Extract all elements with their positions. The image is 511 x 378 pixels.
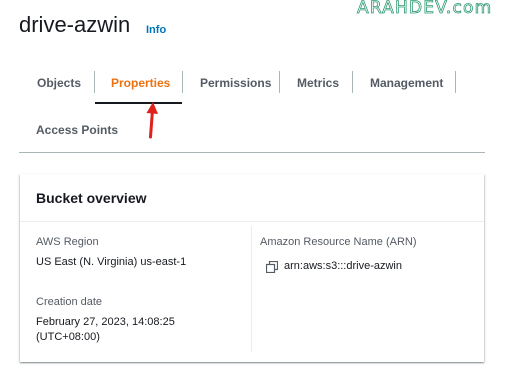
aws-region-value: US East (N. Virginia) us-east-1 <box>36 256 187 268</box>
tab-management[interactable]: Management <box>370 75 443 91</box>
tab-separator <box>279 71 280 93</box>
arn-label: Amazon Resource Name (ARN) <box>260 236 417 248</box>
tabs-divider <box>19 152 485 153</box>
tab-separator <box>352 71 353 93</box>
creation-date-label: Creation date <box>36 296 103 308</box>
tab-separator <box>455 71 456 93</box>
tab-properties[interactable]: Properties <box>111 75 170 91</box>
copy-icon[interactable] <box>266 261 278 273</box>
bucket-overview-panel: Bucket overview AWS Region US East (N. V… <box>20 174 484 362</box>
creation-date-value: February 27, 2023, 14:08:25 <box>36 316 175 328</box>
arn-value: arn:aws:s3:::drive-azwin <box>284 260 402 272</box>
tab-access-points[interactable]: Access Points <box>36 122 118 138</box>
panel-header-divider <box>20 221 484 222</box>
tab-metrics[interactable]: Metrics <box>297 75 339 91</box>
watermark-logo: ARAHDEV.com <box>357 0 493 18</box>
creation-date-timezone: (UTC+08:00) <box>36 331 100 343</box>
tab-separator <box>94 71 95 93</box>
red-arrow-annotation-icon <box>146 102 158 139</box>
aws-region-label: AWS Region <box>36 236 99 248</box>
page-title: drive-azwin <box>19 12 131 37</box>
active-tab-indicator <box>95 102 182 104</box>
tab-separator <box>182 71 183 93</box>
column-divider <box>251 226 252 352</box>
info-link[interactable]: Info <box>146 24 166 36</box>
tab-permissions[interactable]: Permissions <box>200 75 271 91</box>
bucket-overview-heading: Bucket overview <box>36 190 147 206</box>
tab-objects[interactable]: Objects <box>37 75 81 91</box>
